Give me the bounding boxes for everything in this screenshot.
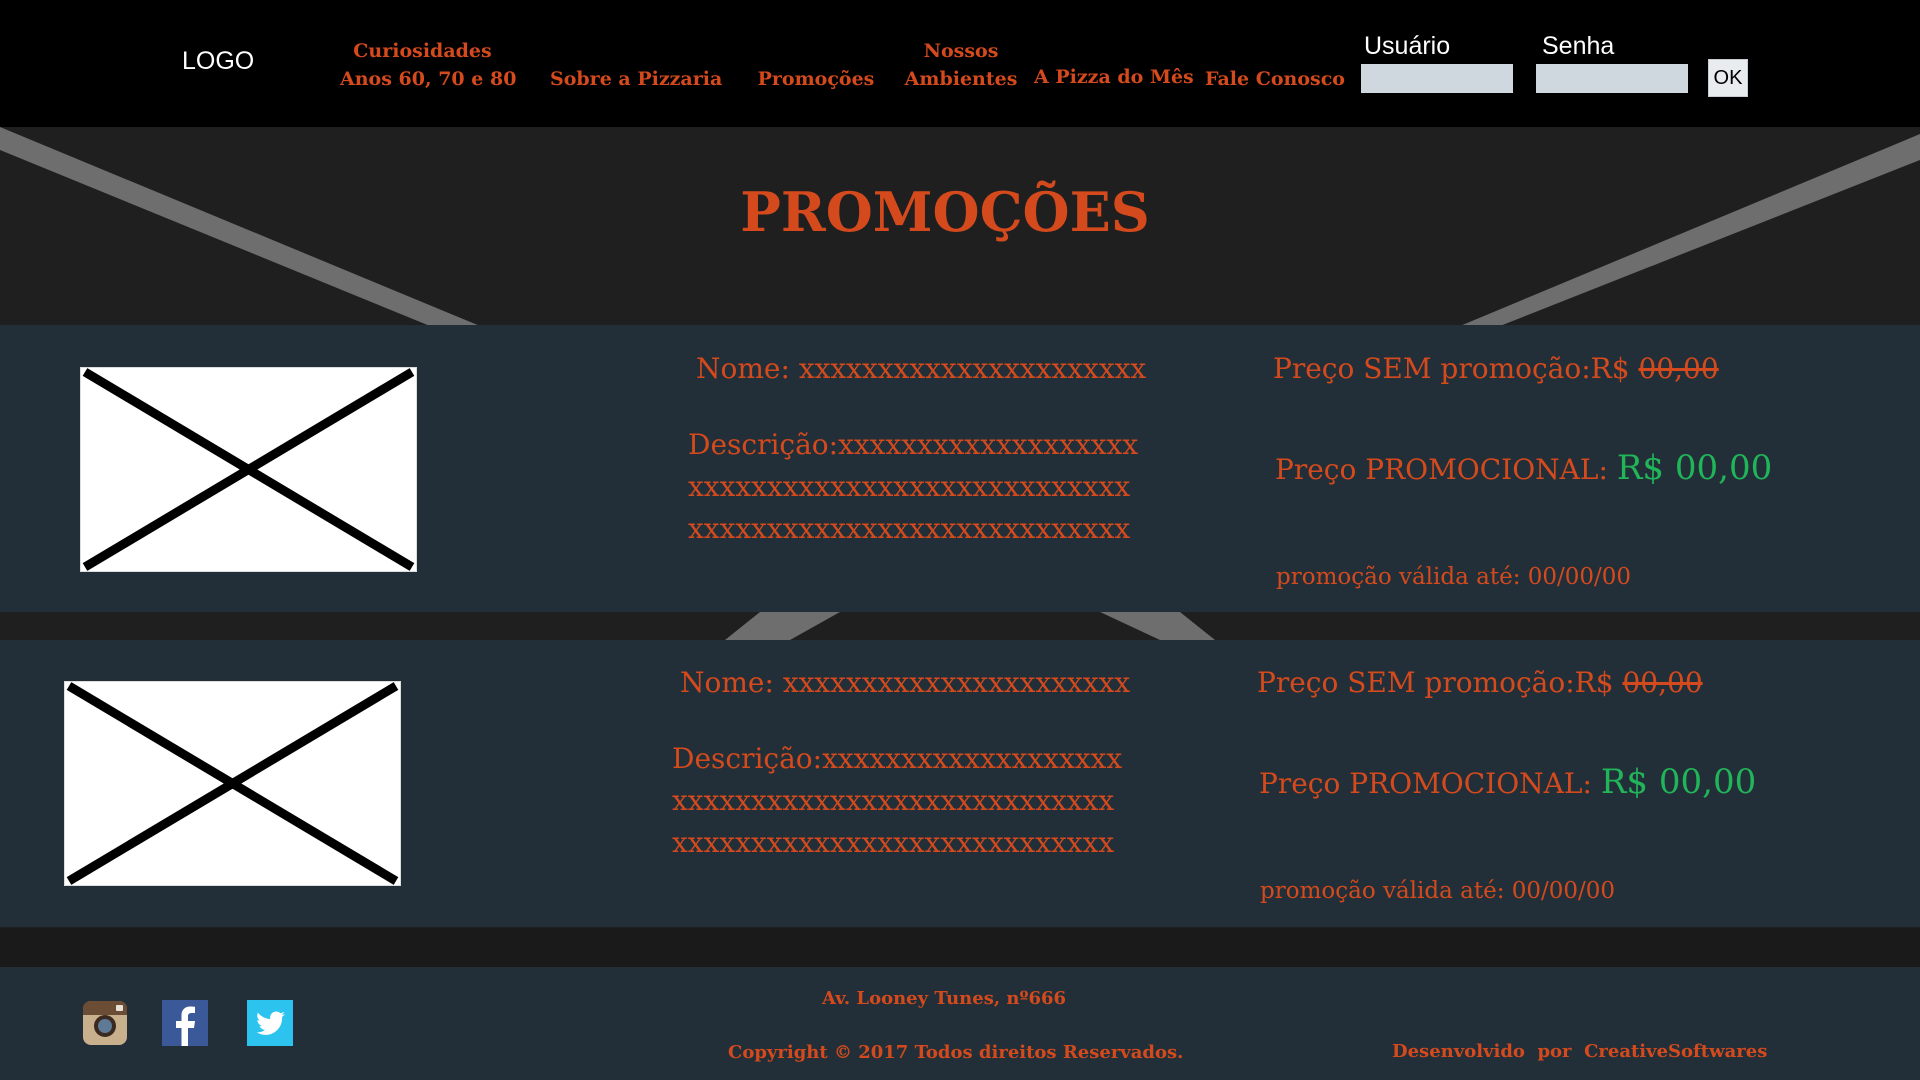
username-label: Usuário (1364, 32, 1451, 60)
price-original-currency: R$ (1574, 666, 1623, 699)
nav-pizza-do-mes[interactable]: A Pizza do Mês (1034, 63, 1194, 91)
price-original-label: Preço SEM promoção: (1257, 666, 1575, 699)
price-promotional: Preço PROMOCIONAL: R$ 00,00 (1275, 448, 1772, 488)
footer-developer[interactable]: Desenvolvido por CreativeSoftwares (1392, 1041, 1767, 1062)
broken-image-icon (82, 368, 415, 571)
price-original: Preço SEM promoção:R$ 00,00 (1273, 352, 1719, 385)
promo-description-line: Descrição:xxxxxxxxxxxxxxxxxxx (672, 742, 1123, 775)
footer-address: Av. Looney Tunes, nº666 (822, 988, 1067, 1009)
price-promotional-value: R$ 00,00 (1616, 448, 1773, 488)
password-label: Senha (1542, 32, 1615, 60)
promo-description-line: Descrição:xxxxxxxxxxxxxxxxxxx (688, 428, 1139, 461)
twitter-icon[interactable] (247, 1000, 293, 1046)
login-ok-button[interactable]: OK (1708, 59, 1748, 97)
price-original-value: 00,00 (1622, 666, 1703, 699)
promo-description-line: xxxxxxxxxxxxxxxxxxxxxxxxxxxx (672, 826, 1115, 859)
nav-curiosidades-line2: Anos 60, 70 e 80 (340, 68, 517, 90)
promo-image-placeholder (80, 367, 417, 572)
promo-name: Nome: xxxxxxxxxxxxxxxxxxxxxx (680, 666, 1131, 699)
promo-image-placeholder (64, 681, 401, 886)
price-promotional-label: Preço PROMOCIONAL: (1275, 453, 1617, 486)
promo-description-line: xxxxxxxxxxxxxxxxxxxxxxxxxxxx (672, 784, 1115, 817)
nav-pizza-do-mes-label: A Pizza do Mês (1034, 66, 1194, 88)
nav-nossos-ambientes[interactable]: Nossos Ambientes (900, 37, 1022, 93)
price-promotional-label: Preço PROMOCIONAL: (1259, 767, 1601, 800)
price-original-value: 00,00 (1638, 352, 1719, 385)
username-input[interactable] (1361, 64, 1513, 93)
password-input[interactable] (1536, 64, 1688, 93)
promo-valid-until: promoção válida até: 00/00/00 (1260, 878, 1616, 904)
nav-promocoes-label: Promoções (757, 68, 875, 90)
promo-description: Descrição:xxxxxxxxxxxxxxxxxxx xxxxxxxxxx… (688, 424, 1138, 550)
price-original: Preço SEM promoção:R$ 00,00 (1257, 666, 1703, 699)
promo-valid-until: promoção válida até: 00/00/00 (1276, 564, 1632, 590)
nav-ambientes-line2: Ambientes (904, 68, 1018, 90)
promo-description: Descrição:xxxxxxxxxxxxxxxxxxx xxxxxxxxxx… (672, 738, 1122, 864)
promo-description-line: xxxxxxxxxxxxxxxxxxxxxxxxxxxx (688, 512, 1131, 545)
nav-sobre-label: Sobre a Pizzaria (550, 68, 723, 90)
promo-name: Nome: xxxxxxxxxxxxxxxxxxxxxx (696, 352, 1147, 385)
price-promotional-value: R$ 00,00 (1600, 762, 1757, 802)
logo[interactable]: LOGO (182, 47, 254, 76)
nav-promocoes[interactable]: Promoções (756, 65, 876, 93)
price-original-currency: R$ (1590, 352, 1639, 385)
nav-ambientes-line1: Nossos (923, 40, 999, 62)
price-original-label: Preço SEM promoção: (1273, 352, 1591, 385)
instagram-icon[interactable] (82, 1000, 128, 1046)
page-title: PROMOÇÕES (740, 180, 1150, 244)
nav-fale-conosco[interactable]: Fale Conosco (1205, 65, 1345, 93)
nav-curiosidades-line1: Curiosidades (353, 40, 492, 62)
facebook-icon[interactable] (162, 1000, 208, 1046)
broken-image-icon (66, 682, 399, 885)
nav-fale-conosco-label: Fale Conosco (1205, 68, 1345, 90)
nav-curiosidades[interactable]: Curiosidades Anos 60, 70 e 80 (340, 37, 517, 93)
nav-sobre-a-pizzaria[interactable]: Sobre a Pizzaria (550, 65, 722, 93)
price-promotional: Preço PROMOCIONAL: R$ 00,00 (1259, 762, 1756, 802)
promo-description-line: xxxxxxxxxxxxxxxxxxxxxxxxxxxx (688, 470, 1131, 503)
footer-copyright: Copyright © 2017 Todos direitos Reservad… (728, 1042, 1184, 1063)
